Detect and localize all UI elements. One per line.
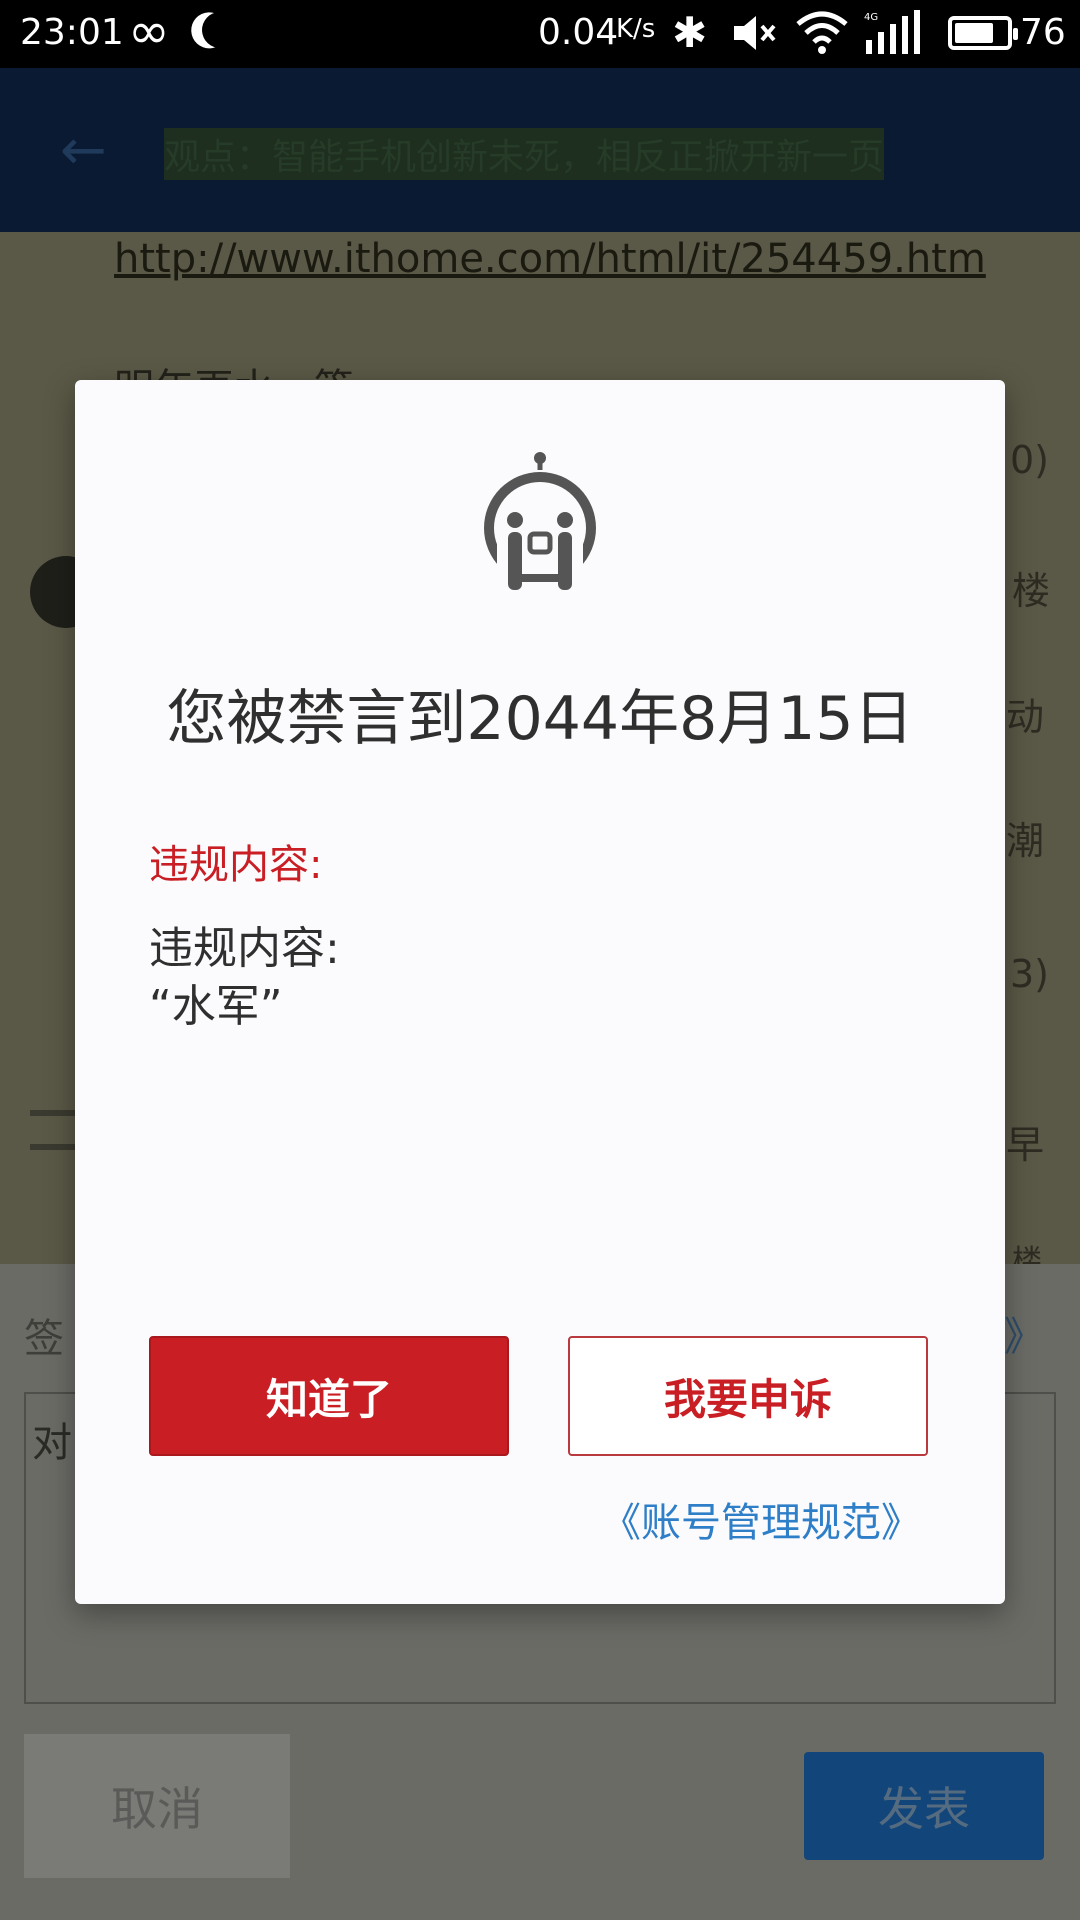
violation-body: 违规内容: “水军”	[149, 920, 340, 1036]
layers-icon	[30, 1110, 76, 1150]
account-rules-link[interactable]: 《账号管理规范》	[601, 1490, 921, 1548]
status-time: 23:01	[20, 12, 124, 53]
back-arrow-icon[interactable]: ←	[60, 118, 107, 183]
signal-icon: 4G	[862, 10, 922, 60]
mascot-icon	[484, 452, 596, 592]
publish-button[interactable]: 发表	[804, 1752, 1044, 1860]
dialog-title: 您被禁言到2044年8月15日	[166, 684, 914, 754]
side-fragment: 动	[1006, 695, 1045, 739]
moon-icon	[197, 7, 243, 53]
article-title: 观点：智能手机创新未死，相反正掀开新一页	[164, 128, 885, 180]
network-speed: 0.04	[538, 12, 619, 53]
side-fragment: 0)	[1010, 438, 1050, 482]
acknowledge-button[interactable]: 知道了	[149, 1336, 509, 1456]
violation-body-line: 违规内容:	[149, 923, 340, 974]
violation-label: 违规内容:	[149, 842, 323, 888]
network-type: 4G	[864, 12, 878, 23]
side-fragment: 楼	[1012, 569, 1051, 613]
mute-icon	[730, 10, 776, 60]
status-bar: 23:01 ∞ 0.04 K/s ✱ 4G 76	[0, 0, 1080, 68]
guide-link-fragment[interactable]: 》	[1004, 1304, 1044, 1362]
side-fragment: 潮	[1006, 819, 1045, 863]
ban-dialog: 您被禁言到2044年8月15日 违规内容: 违规内容: “水军” 知道了 我要申…	[75, 380, 1005, 1604]
battery-level: 76	[1020, 12, 1066, 53]
network-speed-unit: K/s	[616, 14, 656, 44]
article-link[interactable]: http://www.ithome.com/html/it/254459.htm	[114, 236, 986, 282]
battery-icon	[948, 16, 1018, 50]
signature-label: 签	[24, 1316, 64, 1362]
side-fragment: 3)	[1010, 952, 1050, 996]
cancel-button[interactable]: 取消	[24, 1734, 290, 1878]
appeal-button[interactable]: 我要申诉	[568, 1336, 928, 1456]
bluetooth-icon: ✱	[672, 8, 708, 57]
wifi-icon	[796, 10, 848, 60]
comment-textarea-text: 对	[32, 1420, 72, 1466]
side-fragment: 早	[1006, 1123, 1045, 1167]
violation-body-line: “水军”	[149, 981, 283, 1032]
battery-fill	[955, 23, 993, 43]
infinity-icon: ∞	[128, 2, 170, 60]
app-header: ← 观点：智能手机创新未死，相反正掀开新一页	[0, 68, 1080, 232]
